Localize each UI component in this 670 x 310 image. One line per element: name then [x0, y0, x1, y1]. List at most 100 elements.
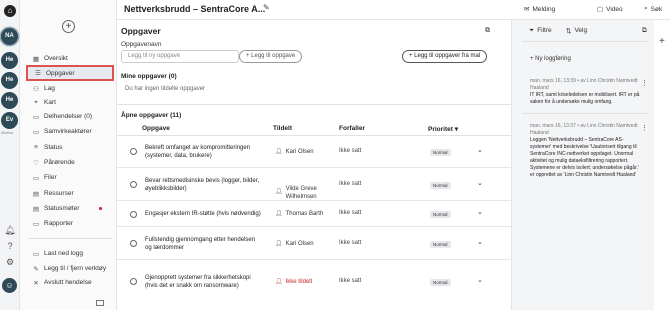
deadline: Ikke satt: [339, 210, 362, 216]
sidebar-item-download-log[interactable]: ▭ Last ned logg: [26, 247, 114, 260]
sidebar-item-label: Pårørende: [44, 159, 75, 166]
complete-radio[interactable]: [130, 278, 137, 285]
table-row[interactable]: Fullstendig gjennomgang etter hendelsen …: [117, 227, 511, 260]
task-title: Fullstendig gjennomgang etter hendelsen …: [145, 237, 256, 251]
sidebar-item-label: Samvirkeaktører: [44, 128, 92, 135]
search-button[interactable]: ⌕ Søk: [644, 5, 662, 13]
sidebar-item-parorende[interactable]: ♡ Pårørende: [26, 156, 114, 169]
add-task-button[interactable]: + Legg til oppgave: [239, 50, 303, 63]
assignee-name: Kari Olsen: [285, 148, 314, 155]
avatar-incident-3[interactable]: He: [1, 72, 18, 89]
deadline: Ikke satt: [339, 240, 362, 246]
complete-radio[interactable]: [130, 148, 137, 155]
my-tasks-empty: Du har ingen tildelte oppgaver: [125, 86, 206, 92]
bell-icon[interactable]: 🔔︎: [4, 224, 16, 236]
table-row[interactable]: Bevar rettsmedisinske bevis (logger, bil…: [117, 168, 511, 201]
select-label: Velg: [574, 27, 588, 34]
chevron-down-icon[interactable]: ⌄: [477, 276, 483, 284]
collapse-sidebar-icon[interactable]: [96, 300, 104, 306]
meetings-icon: ▤: [32, 205, 40, 213]
message-label: Melding: [532, 5, 556, 13]
partners-icon: ▭: [32, 128, 40, 136]
add-from-template-button[interactable]: + Legg til oppgaver fra mal: [402, 50, 488, 63]
subincident-icon: ▭: [32, 113, 40, 121]
new-log-button[interactable]: + Ny loggføring: [530, 56, 571, 62]
relatives-icon: ♡: [33, 159, 39, 167]
chevron-down-icon[interactable]: ⌄: [477, 238, 483, 246]
column-priority-label: Prioritet: [428, 126, 453, 133]
table-row[interactable]: Gjenopprett systemer fra sikkerhetskopi …: [117, 260, 511, 300]
chevron-down-icon[interactable]: ⌄: [477, 208, 483, 216]
message-button[interactable]: ✉ Melding: [524, 5, 556, 14]
home-logo-icon[interactable]: ⌂: [4, 5, 16, 17]
sidebar-item-filer[interactable]: ▭ Filer: [26, 171, 114, 184]
avatar-incident-1[interactable]: NA: [1, 28, 18, 45]
panel-divider: [522, 113, 648, 114]
log-entry: man. mars 16, 13:37 • av Linn Christin N…: [530, 123, 648, 179]
log-meta: man. mars 16, 13:39 • av Linn Christin N…: [530, 78, 638, 91]
chevron-down-icon[interactable]: ⌄: [477, 179, 483, 187]
avatar-incident-4[interactable]: He: [1, 92, 18, 109]
open-external-icon[interactable]: ⧉: [642, 27, 647, 35]
log-entry: man. mars 16, 13:39 • av Linn Christin N…: [530, 78, 648, 106]
assignee[interactable]: 👤︎ Kari Olsen: [275, 240, 314, 248]
sidebar-item-samvirkeaktorer[interactable]: ▭ Samvirkeaktører: [26, 125, 114, 138]
complete-radio[interactable]: [130, 240, 137, 247]
column-priority[interactable]: Prioritet ▾: [428, 125, 458, 133]
table-row[interactable]: Engasjer ekstern IR-støtte (hvis nødvend…: [117, 201, 511, 227]
tasks-icon: ☰: [35, 70, 41, 77]
resources-icon: ▤: [32, 190, 40, 198]
priority-badge: Normal: [430, 211, 451, 218]
more-menu-icon[interactable]: ⋮: [641, 124, 648, 132]
sidebar-item-rapporter[interactable]: ▭ Rapporter: [26, 217, 114, 230]
sidebar-divider: [28, 238, 112, 239]
sidebar-item-label: Oversikt: [44, 55, 68, 62]
settings-icon[interactable]: ⚙: [4, 256, 16, 268]
assignee-name: Kari Olsen: [285, 240, 314, 247]
sidebar-item-label: Delhendelser (0): [44, 113, 93, 120]
user-avatar-icon[interactable]: ☺: [2, 278, 17, 293]
help-icon[interactable]: ?: [4, 240, 16, 252]
filter-label: Filtre: [537, 27, 552, 34]
assignee[interactable]: 👤︎ Vilde Greve Wilhelmsen: [275, 181, 338, 201]
incident-sidebar: + ▦ Oversikt ☰ Oppgaver ⚇ Lag ⌖ Kart ▭ D…: [20, 0, 117, 310]
avatar-incident-2[interactable]: He: [1, 52, 18, 69]
sidebar-item-tools[interactable]: ✎ Legg til / fjern verktøy: [26, 262, 114, 275]
sidebar-item-lag[interactable]: ⚇ Lag: [26, 82, 114, 95]
section-title: Oppgaver: [121, 26, 161, 36]
sidebar-item-oversikt[interactable]: ▦ Oversikt: [26, 52, 114, 65]
assignee[interactable]: 👤︎ Thomas Barth: [275, 210, 323, 218]
add-button[interactable]: +: [62, 20, 75, 33]
chevron-down-icon[interactable]: ⌄: [477, 146, 483, 154]
sidebar-item-statusmoter[interactable]: ▤ Statusmøter: [26, 202, 114, 215]
task-title: Bekreft omfanget av kompromitteringen (s…: [145, 145, 251, 159]
complete-radio[interactable]: [130, 211, 137, 218]
new-task-input[interactable]: Legg til ny oppgave: [121, 50, 239, 63]
video-label: Video: [606, 5, 623, 13]
sidebar-item-delhendelser[interactable]: ▭ Delhendelser (0): [26, 110, 114, 123]
sidebar-item-end-incident[interactable]: ✕ Avslutt hendelse: [26, 276, 114, 289]
sidebar-item-ressurser[interactable]: ▤ Ressurser: [26, 187, 114, 200]
assignee[interactable]: 👤︎ Kari Olsen: [275, 148, 314, 156]
tasks-main: Oppgaver ⧉ Oppgavenavn Legg til ny oppga…: [117, 20, 511, 310]
sidebar-item-label: Ressurser: [44, 190, 74, 197]
more-menu-icon[interactable]: ⋮: [641, 79, 648, 87]
sidebar-item-oppgaver[interactable]: ☰ Oppgaver: [26, 65, 114, 81]
table-row[interactable]: Bekreft omfanget av kompromitteringen (s…: [117, 136, 511, 168]
avatar-incident-5[interactable]: Ev: [1, 112, 18, 129]
select-button[interactable]: ⇅ Velg: [566, 27, 587, 35]
complete-radio[interactable]: [130, 181, 137, 188]
filter-button[interactable]: ⏷ Filtre: [529, 27, 552, 35]
column-deadline: Forfaller: [339, 125, 366, 132]
user-icon: 👤︎: [275, 279, 283, 285]
sidebar-item-status[interactable]: ≡ Status: [26, 141, 114, 154]
filter-icon: ⏷: [529, 27, 535, 34]
add-panel-icon[interactable]: +: [659, 36, 665, 47]
assignee-unassigned[interactable]: 👤︎ Ikke tildelt: [275, 278, 312, 286]
edit-pencil-icon[interactable]: ✎: [263, 3, 270, 12]
sidebar-item-label: Status: [44, 144, 63, 151]
sidebar-item-kart[interactable]: ⌖ Kart: [26, 96, 114, 109]
user-icon: 👤︎: [275, 188, 283, 195]
open-external-icon[interactable]: ⧉: [485, 27, 490, 35]
video-button[interactable]: ▢ Video: [597, 5, 623, 14]
